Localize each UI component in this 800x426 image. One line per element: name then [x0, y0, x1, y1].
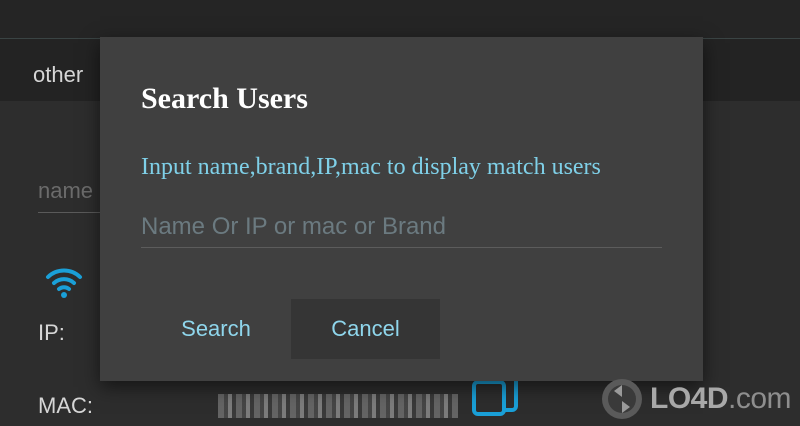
dialog-hint: Input name,brand,IP,mac to display match…	[141, 154, 601, 180]
watermark-text: LO4D.com	[650, 377, 792, 421]
cancel-button[interactable]: Cancel	[291, 299, 440, 359]
lo4d-logo-icon	[600, 377, 644, 421]
watermark-brand: LO4D	[650, 382, 729, 415]
app-window: other name IP: MAC: Search Users Input n…	[0, 0, 800, 426]
search-button[interactable]: Search	[158, 299, 274, 359]
search-users-dialog: Search Users Input name,brand,IP,mac to …	[100, 37, 703, 381]
watermark-suffix: .com	[728, 382, 792, 415]
watermark: LO4D.com	[600, 376, 795, 422]
search-input[interactable]	[141, 207, 662, 248]
dialog-title: Search Users	[141, 82, 308, 115]
